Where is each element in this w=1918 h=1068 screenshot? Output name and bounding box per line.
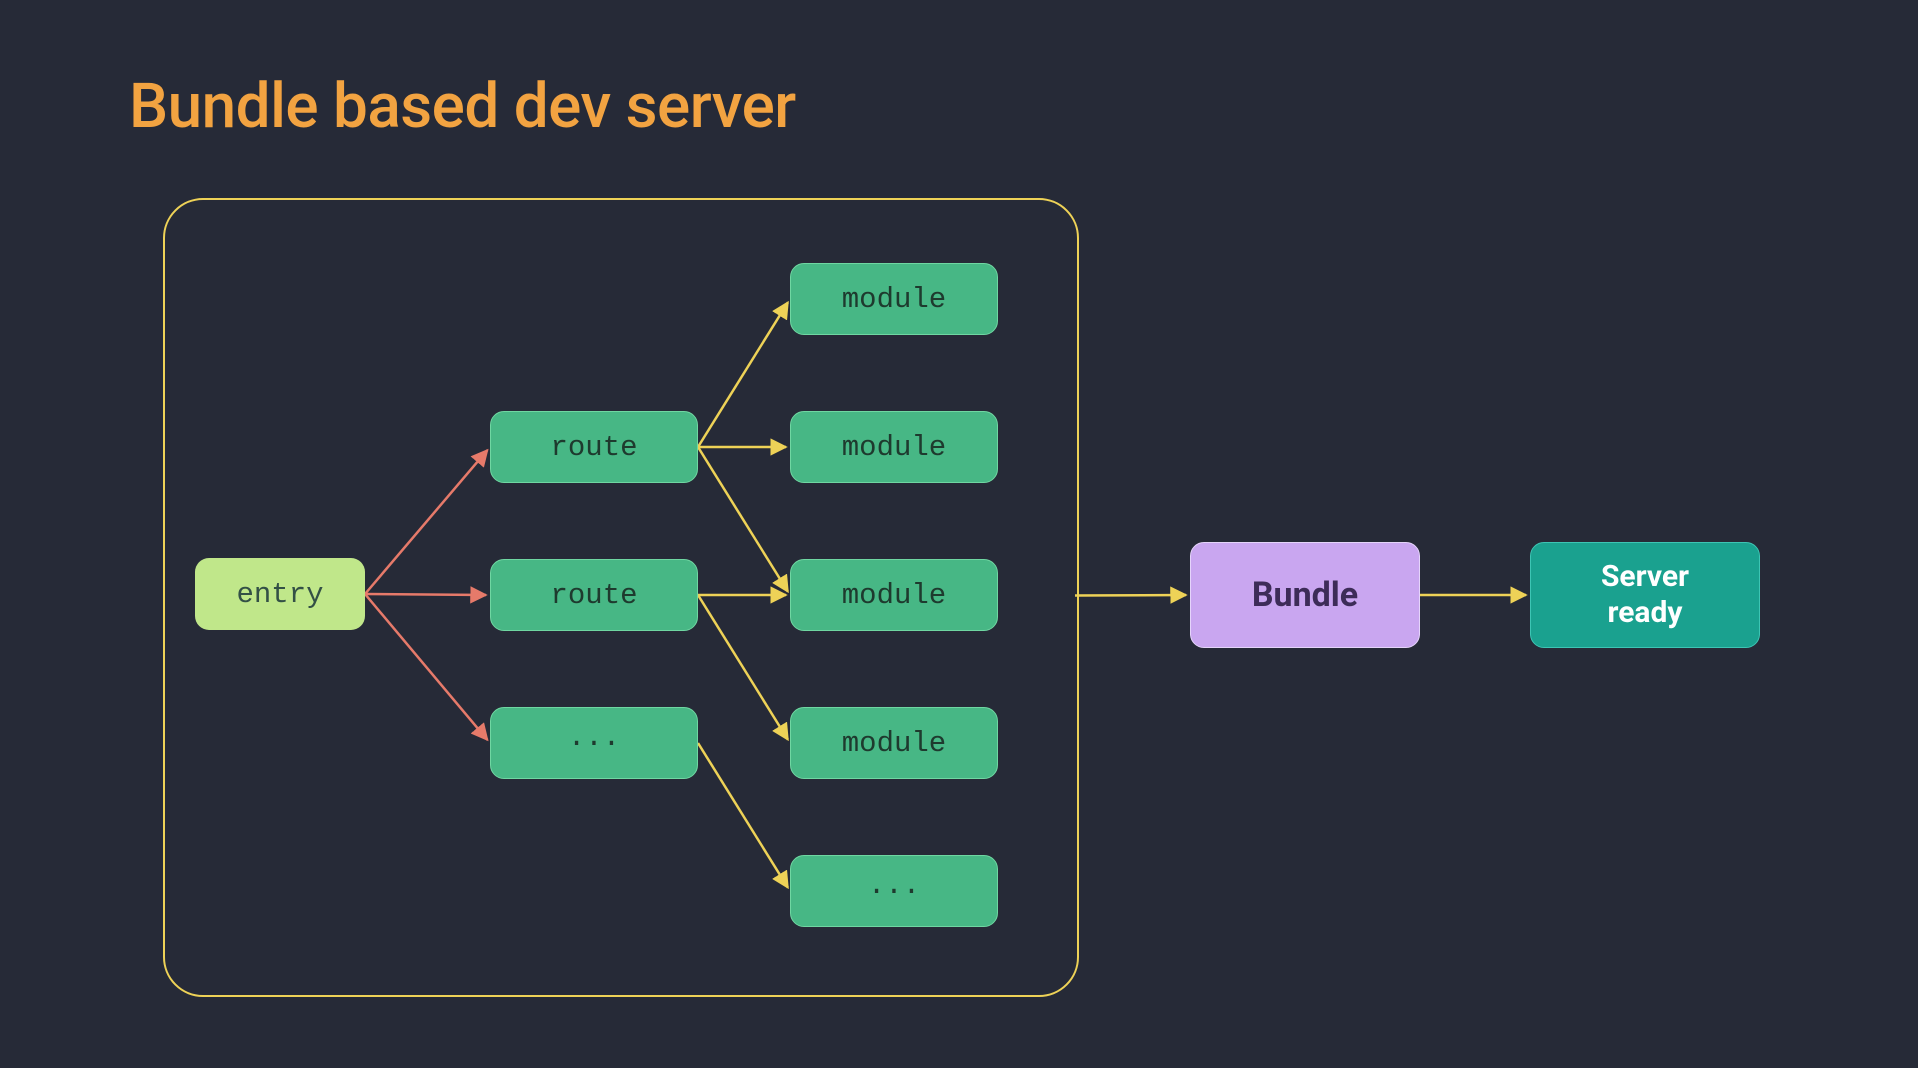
node-mod1: module bbox=[790, 263, 998, 335]
arrow bbox=[365, 594, 486, 595]
node-route2: route bbox=[490, 559, 698, 631]
node-modE: ··· bbox=[790, 855, 998, 927]
arrow bbox=[365, 594, 487, 740]
arrow bbox=[698, 447, 788, 592]
arrow bbox=[698, 743, 788, 888]
arrow bbox=[1075, 595, 1186, 596]
arrow bbox=[698, 302, 788, 447]
arrow bbox=[365, 450, 487, 594]
node-mod3: module bbox=[790, 559, 998, 631]
node-mod4: module bbox=[790, 707, 998, 779]
node-ready: Server ready bbox=[1530, 542, 1760, 648]
diagram-stage: { "title": "Bundle based dev server", "n… bbox=[0, 0, 1918, 1068]
arrow bbox=[698, 595, 788, 740]
node-bundle: Bundle bbox=[1190, 542, 1420, 648]
node-route1: route bbox=[490, 411, 698, 483]
node-routeE: ··· bbox=[490, 707, 698, 779]
node-mod2: module bbox=[790, 411, 998, 483]
node-entry: entry bbox=[195, 558, 365, 630]
